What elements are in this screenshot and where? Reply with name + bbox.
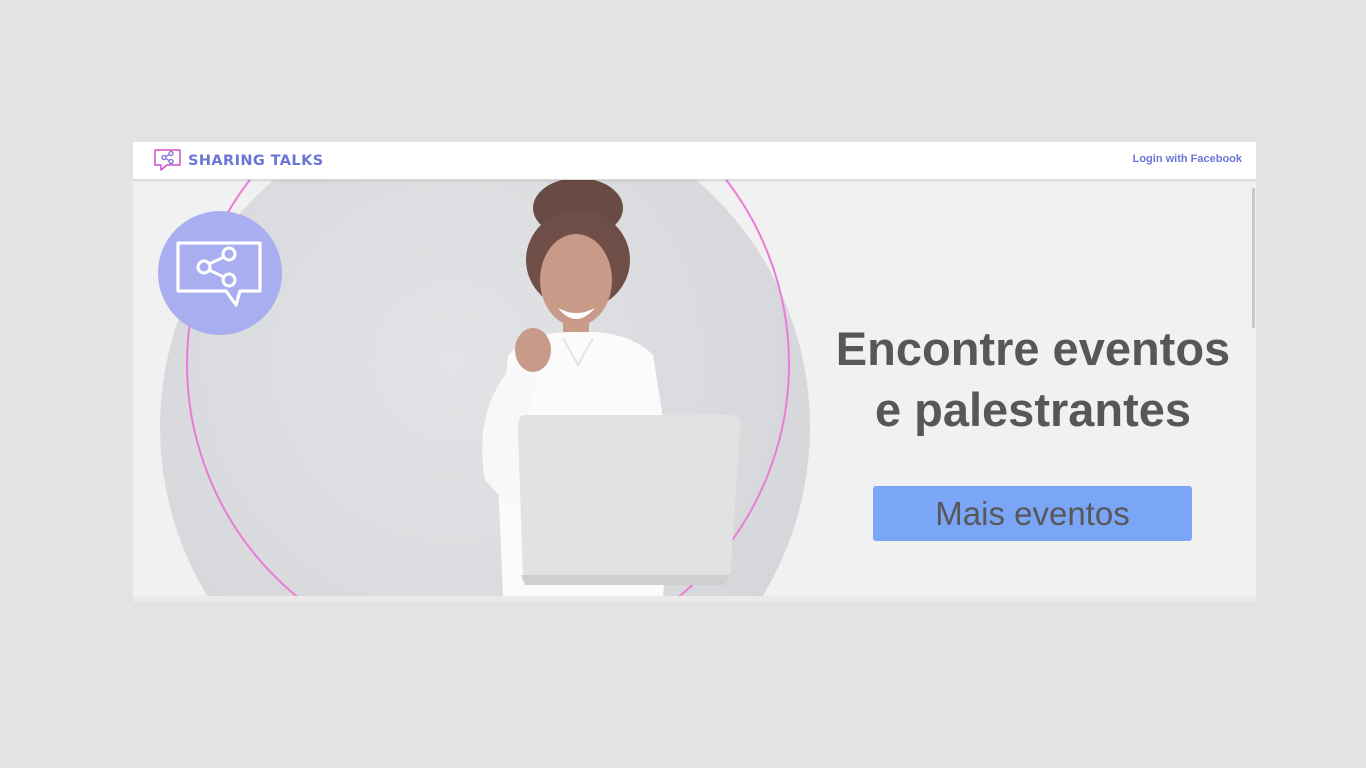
chat-share-icon bbox=[176, 241, 262, 307]
hero-bottom-strip bbox=[133, 596, 1256, 602]
hero-image-woman-with-laptop bbox=[482, 180, 741, 596]
chat-share-icon bbox=[154, 149, 181, 171]
hero-section: Encontre eventos e palestrantes Mais eve… bbox=[133, 180, 1256, 596]
more-events-button[interactable]: Mais eventos bbox=[873, 486, 1192, 541]
scrollbar-thumb[interactable] bbox=[1252, 188, 1255, 328]
brand-logo[interactable]: SHARING TALKS bbox=[153, 148, 324, 174]
navbar: SHARING TALKS Login with Facebook bbox=[133, 142, 1256, 180]
login-facebook-link[interactable]: Login with Facebook bbox=[1133, 153, 1242, 165]
headline-line-1: Encontre eventos bbox=[835, 322, 1231, 375]
brand-name: SHARING TALKS bbox=[188, 153, 324, 169]
headline-line-2: e palestrantes bbox=[874, 383, 1192, 436]
share-badge bbox=[158, 211, 282, 335]
hero-headline: Encontre eventos e palestrantes bbox=[823, 318, 1243, 440]
page-frame: SHARING TALKS Login with Facebook Encont… bbox=[133, 142, 1256, 602]
